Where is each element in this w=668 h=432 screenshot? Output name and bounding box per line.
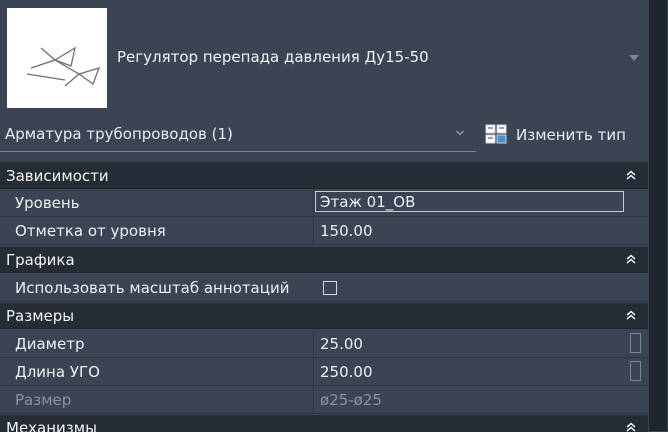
group-title-graphics: Графика [6, 251, 75, 269]
group-header-graphics[interactable]: Графика [0, 247, 648, 273]
associate-parameter-button[interactable] [630, 333, 641, 353]
type-dropdown-arrow-icon[interactable] [629, 55, 639, 61]
edit-type-icon [485, 124, 507, 144]
column-divider [313, 217, 314, 244]
group-header-dimensions[interactable]: Размеры [0, 303, 648, 329]
diameter-value[interactable]: 25.00 [320, 335, 363, 353]
property-row-offset[interactable]: Отметка от уровня 150.00 [0, 217, 648, 245]
size-value: ø25-ø25 [320, 391, 382, 409]
group-title-dimensions: Размеры [6, 307, 75, 325]
column-divider [313, 330, 314, 357]
property-name-diameter: Диаметр [15, 335, 85, 353]
offset-value[interactable]: 150.00 [320, 222, 373, 240]
family-type-name: Регулятор перепада давления Ду15-50 [117, 48, 429, 66]
property-row-symbol-length[interactable]: Длина УГО 250.00 [0, 358, 648, 386]
family-preview-thumbnail [7, 8, 107, 108]
chevron-down-icon [456, 130, 464, 136]
property-name-level: Уровень [15, 194, 80, 212]
type-selector-header[interactable]: Регулятор перепада давления Ду15-50 [0, 0, 648, 116]
property-row-diameter[interactable]: Диаметр 25.00 [0, 330, 648, 358]
collapse-up-icon[interactable] [624, 252, 638, 266]
group-header-constraints[interactable]: Зависимости [0, 163, 648, 189]
property-row-size: Размер ø25-ø25 [0, 386, 648, 414]
category-filter-dropdown[interactable]: Арматура трубопроводов (1) [0, 117, 476, 152]
group-title-constraints: Зависимости [6, 167, 109, 185]
column-divider [313, 189, 314, 216]
group-header-mechanical[interactable]: Механизмы [0, 415, 648, 432]
properties-grid: Зависимости Уровень Этаж 01_OB Отметка о… [0, 162, 648, 432]
column-divider [313, 386, 314, 413]
property-row-level[interactable]: Уровень Этаж 01_OB [0, 189, 648, 217]
category-filter-label: Арматура трубопроводов (1) [5, 125, 233, 143]
panel-scrollbar[interactable] [649, 0, 667, 431]
property-row-annotation-scale[interactable]: Использовать масштаб аннотаций [0, 274, 648, 302]
collapse-up-icon[interactable] [624, 168, 638, 182]
level-field[interactable]: Этаж 01_OB [315, 191, 624, 212]
edit-type-button[interactable]: Изменить тип [484, 121, 644, 149]
property-name-annotation-scale: Использовать масштаб аннотаций [15, 279, 290, 297]
collapse-up-icon[interactable] [624, 308, 638, 322]
property-name-offset: Отметка от уровня [15, 222, 166, 240]
property-name-size: Размер [15, 391, 72, 409]
property-name-symbol-length: Длина УГО [15, 363, 100, 381]
associate-parameter-button[interactable] [630, 361, 641, 381]
group-title-mechanical: Механизмы [6, 419, 97, 432]
annotation-scale-checkbox[interactable] [323, 281, 337, 295]
symbol-length-value[interactable]: 250.00 [320, 363, 373, 381]
column-divider [313, 358, 314, 385]
valve-symbol-icon [26, 46, 101, 87]
edit-type-label: Изменить тип [516, 126, 626, 144]
instance-filter-row: Арматура трубопроводов (1) Изменить тип [0, 117, 648, 153]
collapse-up-icon[interactable] [624, 420, 638, 432]
